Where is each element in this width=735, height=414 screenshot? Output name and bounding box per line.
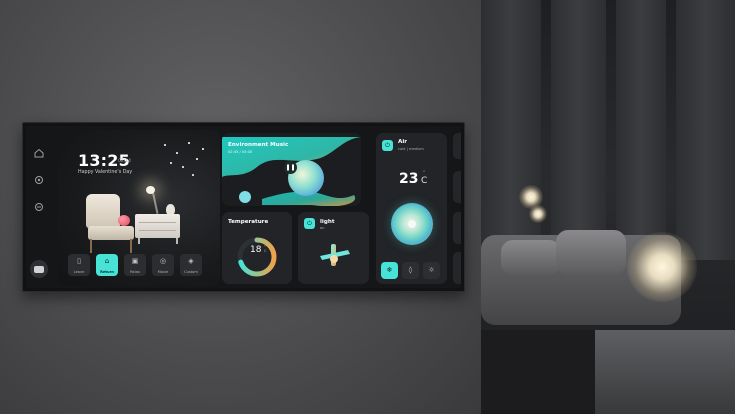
drop-icon[interactable]: ◊ (402, 262, 419, 279)
offscreen-card-edge (453, 133, 461, 159)
nightstand (595, 330, 735, 414)
pause-icon: ❚❚ (285, 164, 296, 171)
robot-icon[interactable] (30, 260, 48, 278)
scene-buttons: ▯ Leave ⌂ Return ▣ Relax ◎ Movie ◈ Custo… (68, 254, 202, 276)
clock-date: 02/14 (118, 159, 131, 164)
music-time: 02:45 / 05:00 (228, 150, 253, 154)
armchair-illustration (86, 194, 120, 228)
light-card[interactable]: ⏻ light on (298, 212, 369, 284)
door-icon: ▯ (77, 257, 81, 265)
air-card[interactable]: ⏻ Air cold | medium 23 ° C ❄ ◊ ☼ (376, 133, 447, 284)
air-title: Air (398, 139, 408, 145)
settings-icon[interactable] (33, 175, 44, 186)
snowflake-icon[interactable]: ❄ (381, 262, 398, 279)
air-power-button[interactable]: ⏻ (382, 140, 393, 151)
relax-icon: ▣ (131, 257, 139, 265)
light-icon (320, 244, 350, 266)
sun-icon[interactable]: ☼ (423, 262, 440, 279)
dashboard-screen: 13:25 02/14 Happy Valentine's Day ▯ Leav… (26, 126, 461, 288)
home-icon[interactable] (33, 148, 44, 159)
scene-leave-button[interactable]: ▯ Leave (68, 254, 90, 276)
heart-pillow (118, 215, 130, 226)
scene-return-button[interactable]: ⌂ Return (96, 254, 118, 276)
air-temperature-value: 23 (399, 171, 419, 187)
scene-relax-button[interactable]: ▣ Relax (124, 254, 146, 276)
sidebar (26, 126, 54, 288)
air-unit: C (421, 176, 428, 186)
temperature-card[interactable]: Temperature 18 ° C (222, 212, 292, 284)
air-mode-text: cold | medium (398, 147, 424, 151)
custom-icon: ◈ (188, 257, 194, 265)
floor (481, 330, 601, 414)
air-control-dial[interactable] (391, 203, 433, 245)
home-return-icon: ⌂ (104, 257, 110, 265)
minus-icon[interactable] (33, 202, 44, 213)
wall-display: 13:25 02/14 Happy Valentine's Day ▯ Leav… (22, 122, 465, 292)
star-decoration (158, 138, 208, 188)
hero-panel: 13:25 02/14 Happy Valentine's Day ▯ Leav… (58, 130, 220, 286)
scene-custom-button[interactable]: ◈ Custom (180, 254, 202, 276)
temperature-unit: ° C (264, 245, 267, 253)
air-mode-buttons: ❄ ◊ ☼ (381, 262, 440, 279)
temperature-value: 18 (250, 245, 262, 255)
movie-icon: ◎ (159, 257, 167, 265)
power-icon: ⏻ (385, 142, 390, 149)
pause-button[interactable]: ❚❚ (284, 161, 297, 174)
greeting-text: Happy Valentine's Day (78, 170, 133, 175)
scene-movie-button[interactable]: ◎ Movie (152, 254, 174, 276)
music-card[interactable]: Environment Music 02:45 / 05:00 ❚❚ (222, 133, 361, 206)
cabinet-illustration (135, 214, 180, 238)
lamp-illustration (146, 186, 155, 194)
music-title: Environment Music (228, 142, 289, 148)
